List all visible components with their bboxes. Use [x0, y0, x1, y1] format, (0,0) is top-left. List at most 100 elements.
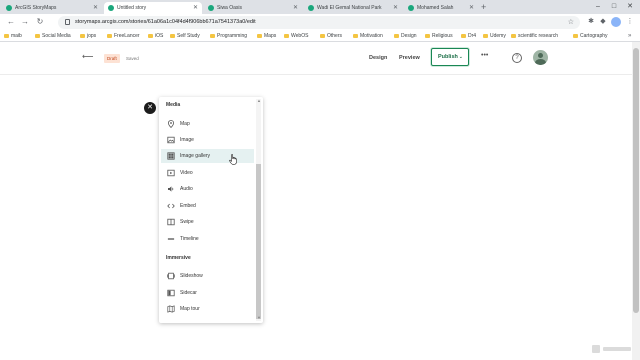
folder-icon [148, 34, 153, 38]
audio-icon [168, 186, 174, 192]
bookmark-folder[interactable]: Dr4 [461, 31, 476, 41]
page-scrollbar-thumb[interactable] [633, 48, 639, 313]
address-bar[interactable]: storymaps.arcgis.com/stories/61a06a1c04f… [58, 16, 580, 29]
folder-icon [80, 34, 85, 38]
folder-icon [257, 34, 262, 38]
storymaps-favicon-icon [6, 5, 12, 11]
close-block-picker-button[interactable]: ✕ [144, 102, 156, 114]
bookmark-folder[interactable]: jops [80, 31, 96, 41]
forward-arrow-icon[interactable]: → [19, 16, 31, 28]
menu-item-timeline[interactable]: Timeline [161, 232, 254, 246]
menu-item-sidecar[interactable]: Sidecar [161, 286, 254, 300]
tab-close-icon[interactable]: ✕ [293, 2, 298, 14]
slideshow-icon [167, 272, 175, 280]
extensions-icon[interactable]: ✱ [586, 17, 596, 27]
folder-icon [483, 34, 488, 38]
url-text[interactable]: storymaps.arcgis.com/stories/61a06a1c04f… [75, 16, 256, 29]
folder-icon [573, 34, 578, 38]
bookmark-folder[interactable]: maib [4, 31, 22, 41]
menu-scrollbar-thumb[interactable] [256, 164, 261, 319]
bookmark-folder[interactable]: Others [320, 31, 342, 41]
tab-close-icon[interactable]: ✕ [93, 2, 98, 14]
menu-item-map-tour[interactable]: Map tour [161, 302, 254, 316]
folder-icon [394, 34, 399, 38]
browser-tab[interactable]: Wadi El Gemal National Park ✕ [304, 2, 402, 14]
bookmark-folder[interactable]: Design [394, 31, 417, 41]
more-options-button[interactable]: ••• [481, 52, 488, 59]
saved-status: Saved [126, 56, 139, 61]
menu-item-embed[interactable]: Embed [161, 199, 254, 213]
bookmark-folder[interactable]: Maps [257, 31, 276, 41]
video-icon [167, 169, 175, 177]
puzzle-icon[interactable]: ◆ [598, 17, 608, 27]
bookmark-folder[interactable]: Motivation [353, 31, 383, 41]
bookmark-folder[interactable]: Cartography [573, 31, 608, 41]
help-icon[interactable]: ? [512, 53, 522, 63]
watermark-logo [592, 345, 631, 353]
avatar-head [538, 53, 543, 58]
folder-icon [107, 34, 112, 38]
menu-scrollbar[interactable] [256, 99, 261, 321]
folder-icon [210, 34, 215, 38]
storymaps-favicon-icon [108, 5, 114, 11]
browser-tab[interactable]: Siwa Oasis ✕ [204, 2, 302, 14]
menu-item-swipe[interactable]: Swipe [161, 215, 254, 229]
bookmark-star-icon[interactable]: ☆ [568, 16, 574, 29]
menu-item-audio[interactable]: Audio [161, 182, 254, 196]
draft-badge: Draft [104, 54, 120, 63]
menu-item-map[interactable]: Map [161, 117, 254, 131]
tab-close-icon[interactable]: ✕ [193, 2, 198, 14]
browser-tab[interactable]: ArcGIS StoryMaps ✕ [2, 2, 102, 14]
scroll-up-arrow-icon[interactable]: ▲ [257, 99, 261, 103]
gallery-icon [167, 152, 175, 160]
design-button[interactable]: Design [369, 53, 387, 63]
menu-item-video[interactable]: Video [161, 166, 254, 180]
browser-tab-active[interactable]: Untitled story ✕ [104, 2, 202, 14]
bookmark-folder[interactable]: Self Study [170, 31, 200, 41]
back-icon[interactable]: ⟵ [82, 52, 93, 61]
browser-tab[interactable]: Mohamed Salah ✕ [404, 2, 478, 14]
story-header: ⟵ Draft Saved Design Preview Publish ⌄ •… [0, 42, 632, 75]
maximize-window-icon[interactable]: □ [606, 0, 622, 14]
bookmark-folder[interactable]: Social Media [35, 31, 71, 41]
folder-icon [320, 34, 325, 38]
page-scrollbar[interactable] [632, 42, 640, 360]
bookmark-folder[interactable]: Programming [210, 31, 247, 41]
folder-icon [425, 34, 430, 38]
folder-icon [511, 34, 516, 38]
new-tab-button[interactable]: + [481, 1, 486, 13]
map-pin-icon [167, 120, 175, 128]
immersive-heading: Immersive [166, 255, 191, 261]
menu-item-slideshow[interactable]: Slideshow [161, 269, 254, 283]
scroll-down-arrow-icon[interactable]: ▼ [257, 316, 261, 320]
folder-icon [4, 34, 9, 38]
profile-icon[interactable] [611, 17, 621, 27]
map-tour-icon [167, 305, 175, 313]
back-arrow-icon[interactable]: ← [5, 16, 17, 28]
bookmarks-overflow-button[interactable]: » [628, 31, 631, 41]
bookmark-folder[interactable]: Religious [425, 31, 453, 41]
avatar-body [535, 59, 546, 65]
publish-button[interactable]: Publish ⌄ [431, 48, 469, 66]
folder-icon [35, 34, 40, 38]
bookmark-folder[interactable]: FreeLancer [107, 31, 140, 41]
chevron-down-icon: ⌄ [458, 54, 463, 60]
bookmark-folder[interactable]: WebOS [284, 31, 308, 41]
menu-item-image-gallery[interactable]: Image gallery [161, 149, 254, 163]
menu-item-image[interactable]: Image [161, 133, 254, 147]
minimize-window-icon[interactable]: – [590, 0, 606, 14]
close-window-icon[interactable]: ✕ [622, 0, 638, 14]
tab-close-icon[interactable]: ✕ [469, 2, 474, 14]
browser-toolbar: ← → ↻ storymaps.arcgis.com/stories/61a06… [0, 14, 640, 31]
tab-close-icon[interactable]: ✕ [393, 2, 398, 14]
browser-menu-icon[interactable]: ⋮ [625, 17, 635, 27]
bookmark-folder[interactable]: Udemy [483, 31, 506, 41]
media-heading: Media [166, 102, 181, 108]
preview-button[interactable]: Preview [399, 53, 420, 63]
bookmark-folder[interactable]: iOS [148, 31, 163, 41]
avatar[interactable] [533, 50, 548, 65]
reload-icon[interactable]: ↻ [34, 16, 46, 28]
storymaps-favicon-icon [208, 5, 214, 11]
bookmark-folder[interactable]: scientific research [511, 31, 558, 41]
image-icon [167, 136, 175, 144]
